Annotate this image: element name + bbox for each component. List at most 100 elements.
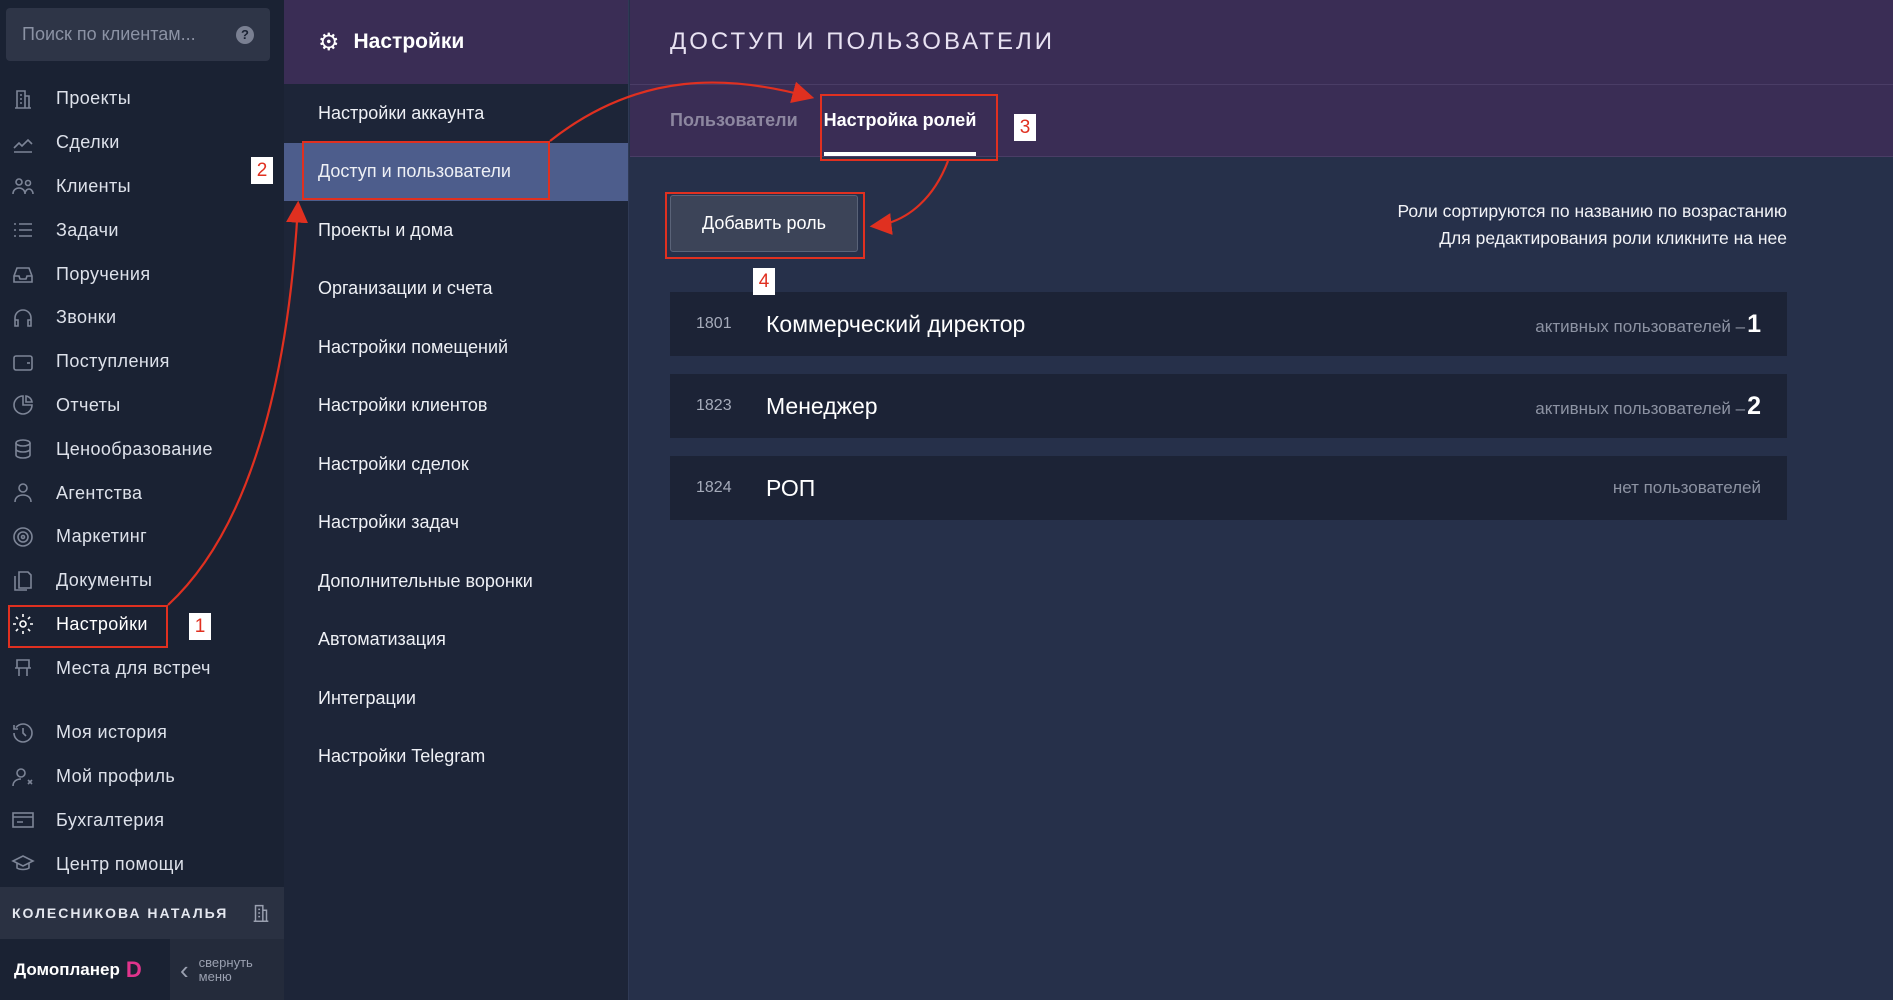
role-row[interactable]: 1801 Коммерческий директор активных пользо… [670,292,1787,356]
search-placeholder: Поиск по клиентам... [22,24,196,44]
collapse-label-1: свернуть [198,954,253,970]
role-count-number: 1 [1747,309,1761,338]
hint-line-2: Для редактирования роли кликните на нее [1439,228,1787,248]
roles-list: 1801 Коммерческий директор активных пользо… [670,292,1787,538]
deal-icon [10,130,36,156]
role-status-text: активных пользователей – [1535,398,1746,418]
graduation-icon [10,851,36,877]
target-icon [10,524,36,550]
headset-icon [10,305,36,331]
role-name: РОП [766,474,816,501]
role-row[interactable]: 1824 РОП нет пользователей [670,456,1787,520]
role-id: 1801 [696,315,732,332]
role-user-count: активных пользователей –2 [1535,392,1761,421]
nav-item-label: Поручения [56,263,151,284]
nav-item-label: Отчеты [56,394,121,415]
gears-icon: ⚙ [318,28,340,56]
settings-title: Настройки [353,30,465,53]
settings-item[interactable]: Организации и счета [284,260,628,319]
nav-item-label: Ценообразование [56,438,213,459]
role-status-text: активных пользователей – [1535,316,1746,336]
nav-item-history[interactable]: Моя история [0,711,284,755]
nav-item-documents[interactable]: Документы [0,559,284,603]
nav-item-pie[interactable]: Отчеты [0,384,284,428]
annotation-number-4: 4 [753,268,775,295]
nav-list: Проекты Сделки Клиенты Задачи Поручения Звонк… [0,77,284,690]
nav-item-label: Моя история [56,722,168,743]
nav-item-deal[interactable]: Сделки [0,121,284,165]
hint-text: Роли сортируются по названию по возраста… [1398,198,1787,252]
brand-letter: D [125,956,142,982]
role-user-count: активных пользователей –1 [1535,310,1761,339]
settings-item[interactable]: Настройки сделок [284,435,628,494]
nav-item-accounting[interactable]: Бухгалтерия [0,799,284,843]
nav-item-graduation[interactable]: Центр помощи [0,842,284,886]
settings-item[interactable]: Настройки клиентов [284,377,628,436]
chevron-left-icon: ‹ [180,954,189,985]
nav-item-building[interactable]: Проекты [0,77,284,121]
annotation-box-add-role [665,192,865,259]
nav-item-label: Поступления [56,351,170,372]
user-name: КОЛЕСНИКОВА НАТАЛЬЯ [12,905,229,921]
role-status-text: нет пользователей [1612,478,1761,497]
settings-item[interactable]: Интеграции [284,669,628,728]
nav-item-wallet[interactable]: Поступления [0,340,284,384]
nav-item-inbox[interactable]: Поручения [0,252,284,296]
nav-item-label: Мой профиль [56,766,176,787]
client-search-input[interactable]: Поиск по клиентам... ? [6,8,270,61]
annotation-number-1: 1 [189,613,211,640]
annotation-box-settings [8,605,168,648]
nav-item-meeting[interactable]: Места для встреч [0,646,284,690]
hint-line-1: Роли сортируются по названию по возраста… [1397,201,1787,221]
help-icon[interactable]: ? [236,25,254,44]
nav-item-label: Сделки [56,132,120,153]
documents-icon [10,568,36,594]
annotation-number-2: 2 [251,157,273,184]
settings-item[interactable]: Настройки Telegram [284,728,628,787]
user-bar[interactable]: КОЛЕСНИКОВА НАТАЛЬЯ [0,887,284,939]
nav-item-label: Клиенты [56,175,131,196]
nav-list-secondary: Моя история Мой профиль Бухгалтерия Центр п… [0,711,284,886]
settings-item[interactable]: Автоматизация [284,611,628,670]
pie-icon [10,392,36,418]
nav-item-label: Проекты [56,88,132,109]
tab-users[interactable]: Пользователи [670,84,798,156]
settings-item[interactable]: Проекты и дома [284,201,628,260]
role-row[interactable]: 1823 Менеджер активных пользователей –2 [670,374,1787,438]
settings-item[interactable]: Дополнительные воронки [284,552,628,611]
annotation-box-roles-tab [820,94,998,161]
collapse-menu-button[interactable]: ‹ свернуть меню [170,939,284,1000]
main-sidebar: Поиск по клиентам... ? Проекты Сделки Клие… [0,0,284,1000]
meeting-icon [10,655,36,681]
bottom-bar: Домопланер D ‹ свернуть меню [0,939,284,1000]
nav-item-label: Документы [56,570,153,591]
nav-item-label: Центр помощи [56,853,185,874]
settings-item[interactable]: Настройки задач [284,494,628,553]
nav-item-label: Бухгалтерия [56,809,165,830]
nav-item-label: Задачи [56,219,119,240]
page-title: ДОСТУП И ПОЛЬЗОВАТЕЛИ [630,0,1893,85]
nav-item-coins[interactable]: Ценообразование [0,427,284,471]
nav-item-label: Звонки [56,307,117,328]
nav-item-target[interactable]: Маркетинг [0,515,284,559]
nav-item-tasks[interactable]: Задачи [0,208,284,252]
nav-item-agent[interactable]: Агентства [0,471,284,515]
settings-item[interactable]: Настройки помещений [284,318,628,377]
nav-item-profile[interactable]: Мой профиль [0,755,284,799]
settings-item[interactable]: Настройки аккаунта [284,84,628,143]
building-icon[interactable] [250,902,272,924]
nav-item-clients[interactable]: Клиенты [0,165,284,209]
nav-item-label: Агентства [56,482,143,503]
role-id: 1823 [696,397,732,414]
annotation-box-access [302,141,550,200]
wallet-icon [10,349,36,375]
nav-item-headset[interactable]: Звонки [0,296,284,340]
annotation-number-3: 3 [1014,114,1036,141]
inbox-icon [10,261,36,287]
nav-item-label: Маркетинг [56,526,148,547]
settings-header: ⚙ Настройки [284,0,628,84]
role-user-count: нет пользователей [1613,478,1761,498]
brand-logo: Домопланер D [0,939,170,1000]
role-name: Менеджер [766,392,878,419]
role-name: Коммерческий директор [766,310,1026,337]
